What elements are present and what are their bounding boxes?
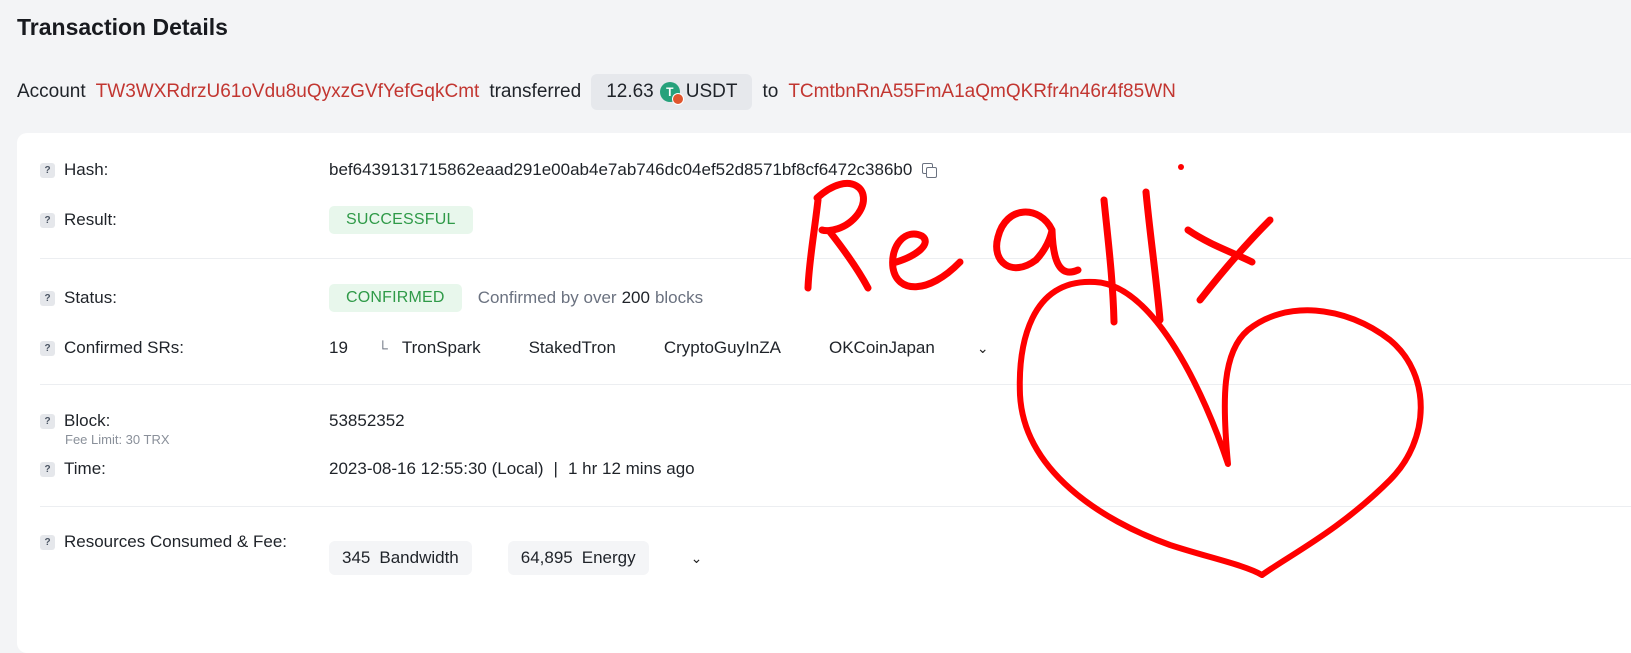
result-row: ? Result: SUCCESSFUL: [40, 205, 1631, 235]
hash-row: ? Hash: bef6439131715862eaad291e00ab4e7a…: [40, 155, 1631, 185]
resources-values: 345 Bandwidth 64,895 Energy ⌄: [40, 540, 1631, 576]
confirmed-srs-row: ? Confirmed SRs: 19 └ TronSpark StakedTr…: [40, 333, 1631, 363]
help-icon[interactable]: ?: [40, 461, 55, 477]
status-badge: CONFIRMED: [329, 284, 462, 312]
help-icon[interactable]: ?: [40, 162, 55, 178]
sr-item[interactable]: TronSpark: [402, 338, 481, 358]
tree-connector-icon: └: [377, 340, 388, 356]
fee-limit: Fee Limit: 30 TRX: [65, 432, 170, 447]
chevron-down-icon[interactable]: ⌄: [691, 550, 703, 567]
tether-token-icon: T: [659, 82, 684, 105]
time-label: Time:: [64, 459, 106, 478]
status-label: Status:: [64, 288, 117, 307]
status-note-suffix: blocks: [654, 288, 704, 307]
divider: [40, 506, 1631, 507]
chevron-down-icon[interactable]: ⌄: [977, 340, 989, 357]
help-icon[interactable]: ?: [40, 413, 55, 429]
result-label: Result:: [64, 210, 117, 229]
page-title: Transaction Details: [17, 14, 228, 40]
hash-value: bef6439131715862eaad291e00ab4e7ab746dc04…: [329, 160, 913, 179]
energy-pill: 64,895 Energy: [507, 541, 649, 575]
result-badge: SUCCESSFUL: [329, 206, 473, 234]
block-value-link[interactable]: 53852352: [329, 411, 405, 431]
divider: [40, 384, 1631, 385]
transferred-word: transferred: [489, 81, 582, 102]
time-value: 2023-08-16 12:55:30 (Local): [329, 459, 544, 478]
amount-pill: 12.63 T USDT: [591, 74, 753, 110]
sr-item[interactable]: OKCoinJapan: [829, 338, 935, 358]
sr-count: 19: [329, 338, 348, 357]
time-relative: 1 hr 12 mins ago: [567, 459, 695, 478]
time-separator: |: [553, 459, 558, 478]
sr-item[interactable]: StakedTron: [529, 338, 616, 358]
block-label: Block:: [64, 411, 111, 430]
hash-label: Hash:: [64, 160, 109, 179]
confirmed-srs-label: Confirmed SRs:: [64, 338, 184, 357]
amount-value: 12.63: [606, 81, 654, 102]
time-row: ? Time: 2023-08-16 12:55:30 (Local) | 1 …: [40, 454, 1631, 484]
account-word: Account: [17, 81, 86, 102]
bandwidth-label: Bandwidth: [379, 548, 459, 567]
sr-item[interactable]: CryptoGuyInZA: [664, 338, 781, 358]
copy-icon[interactable]: [922, 163, 938, 178]
help-icon[interactable]: ?: [40, 340, 55, 356]
from-address-link[interactable]: TW3WXRdrzU61oVdu8uQyxzGVfYefGqkCmt: [96, 81, 480, 103]
status-note-prefix: Confirmed by over: [477, 288, 617, 307]
to-address-link[interactable]: TCmtbnRnA55FmA1aQmQKRfr4n46r4f85WN: [788, 81, 1176, 103]
transfer-summary: Account TW3WXRdrzU61oVdu8uQyxzGVfYefGqkC…: [17, 74, 1176, 110]
divider: [40, 258, 1631, 259]
bandwidth-value: 345: [342, 548, 371, 567]
status-row: ? Status: CONFIRMED Confirmed by over 20…: [40, 283, 1631, 313]
bandwidth-pill: 345 Bandwidth: [329, 541, 472, 575]
help-icon[interactable]: ?: [40, 212, 55, 228]
to-word: to: [762, 81, 779, 102]
energy-value: 64,895: [520, 548, 573, 567]
energy-label: Energy: [581, 548, 636, 567]
help-icon[interactable]: ?: [40, 290, 55, 306]
block-row: ? Block: 53852352: [40, 406, 1631, 436]
token-symbol-link[interactable]: USDT: [686, 81, 738, 103]
status-note-count: 200: [621, 288, 650, 307]
